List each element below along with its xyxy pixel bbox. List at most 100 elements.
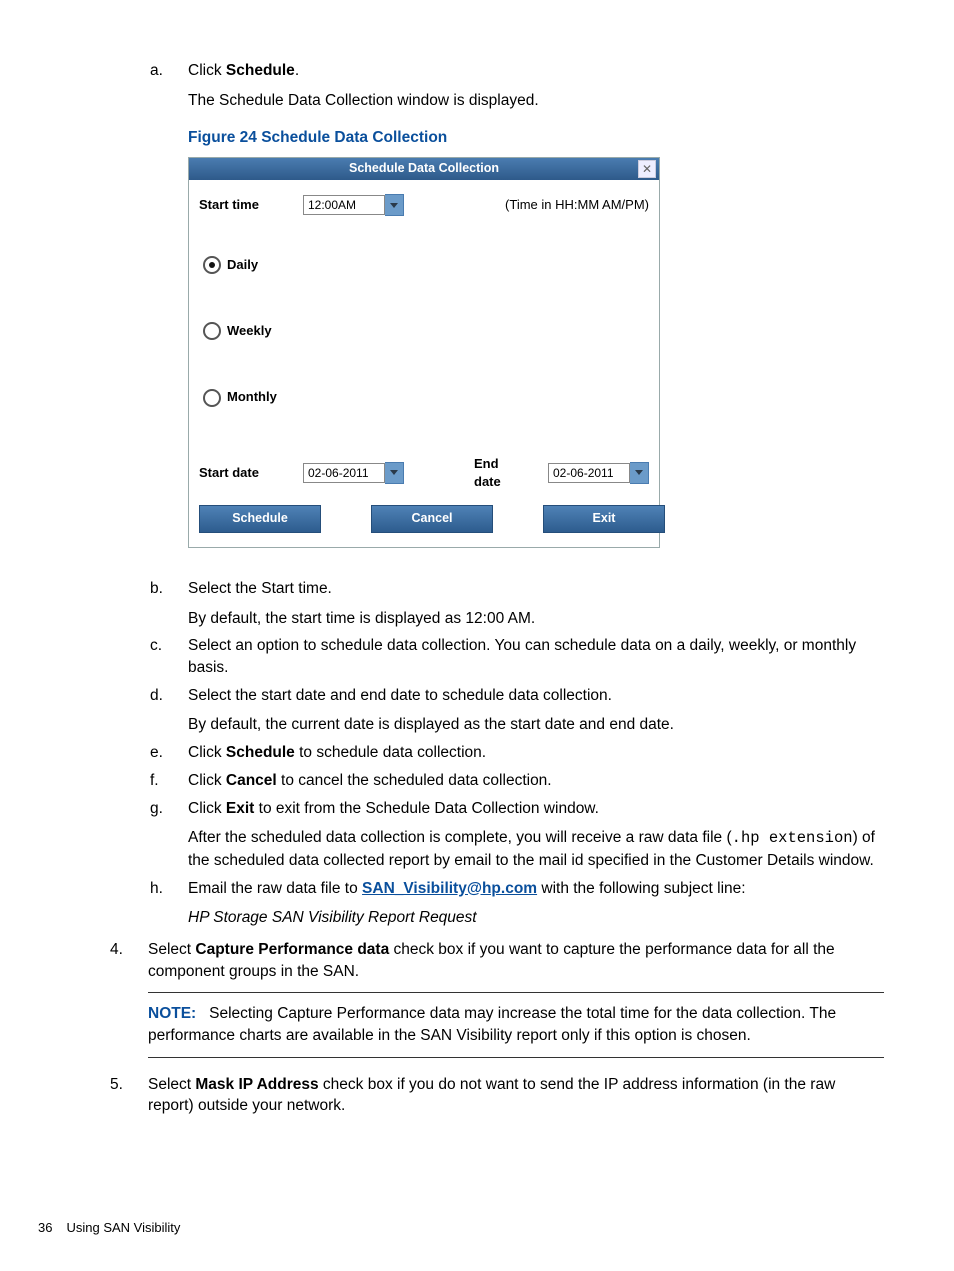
schedule-word: Schedule [226, 62, 295, 79]
rule [148, 1057, 884, 1058]
list-body: Select the start date and end date to sc… [188, 685, 884, 736]
page: { "steps": { "a": {"marker":"a.","lead":… [0, 0, 954, 1271]
time-hint: (Time in HH:MM AM/PM) [505, 196, 649, 214]
text: Click [188, 772, 226, 789]
text-bold: Schedule [226, 744, 295, 761]
end-date-input[interactable] [548, 463, 630, 483]
start-date-label: Start date [199, 464, 303, 482]
radio-icon [203, 256, 221, 274]
text: Select the Start time. [188, 578, 884, 600]
weekly-radio[interactable]: Weekly [203, 322, 649, 340]
chevron-down-icon[interactable] [385, 194, 404, 216]
text-bold: Mask IP Address [195, 1076, 318, 1093]
start-date-combo[interactable] [303, 462, 404, 484]
list-marker: 4. [110, 939, 148, 1068]
list-marker: h. [150, 878, 188, 929]
end-date-combo[interactable] [548, 462, 649, 484]
dates-row: Start date End date [199, 455, 649, 491]
chevron-down-icon[interactable] [630, 462, 649, 484]
list-body: Click Cancel to cancel the scheduled dat… [188, 770, 884, 792]
text: to exit from the Schedule Data Collectio… [254, 800, 599, 817]
titlebar: Schedule Data Collection ✕ [189, 158, 659, 180]
list-item: c. Select an option to schedule data col… [150, 635, 884, 678]
text: Select [148, 941, 195, 958]
radio-icon [203, 322, 221, 340]
radio-label: Monthly [227, 388, 277, 406]
list-marker: f. [150, 770, 188, 792]
monthly-radio[interactable]: Monthly [203, 388, 649, 406]
text: with the following subject line: [537, 880, 746, 897]
list-item: a. Click Schedule. The Schedule Data Col… [150, 60, 884, 572]
list-body: Select Mask IP Address check box if you … [148, 1074, 884, 1117]
list-marker: e. [150, 742, 188, 764]
text: Email the raw data file to [188, 880, 362, 897]
list-item: b. Select the Start time. By default, th… [150, 578, 884, 629]
list-marker: c. [150, 635, 188, 678]
text-bold: Capture Performance data [195, 941, 389, 958]
list-item: d. Select the start date and end date to… [150, 685, 884, 736]
radio-label: Weekly [227, 322, 272, 340]
text-bold: Exit [226, 800, 254, 817]
radio-icon [203, 389, 221, 407]
list-marker: b. [150, 578, 188, 629]
list-marker: d. [150, 685, 188, 736]
list-item: e. Click Schedule to schedule data colle… [150, 742, 884, 764]
text-bold: Cancel [226, 772, 277, 789]
start-time-combo[interactable] [303, 194, 404, 216]
text: After the scheduled data collection is c… [188, 827, 884, 871]
list-body: Click Schedule. The Schedule Data Collec… [188, 60, 884, 572]
code-text: .hp extension [732, 829, 853, 847]
start-time-label: Start time [199, 196, 303, 214]
list-item: g. Click Exit to exit from the Schedule … [150, 798, 884, 872]
list-marker: 5. [110, 1074, 148, 1117]
list-body: Email the raw data file to SAN_Visibilit… [188, 878, 884, 929]
subject-line: HP Storage SAN Visibility Report Request [188, 907, 884, 929]
list-marker: a. [150, 60, 188, 572]
list-body: Click Schedule to schedule data collecti… [188, 742, 884, 764]
close-icon[interactable]: ✕ [638, 160, 656, 178]
list-marker: g. [150, 798, 188, 872]
text: By default, the start time is displayed … [188, 608, 884, 630]
rule [148, 992, 884, 993]
text: to cancel the scheduled data collection. [277, 772, 552, 789]
note: NOTE: Selecting Capture Performance data… [148, 1003, 884, 1046]
dialog-title: Schedule Data Collection [349, 160, 499, 178]
radio-label: Daily [227, 256, 258, 274]
list-item: 4. Select Capture Performance data check… [110, 939, 884, 1068]
page-number: 36 [38, 1220, 52, 1235]
start-time-row: Start time (Time in HH:MM AM/PM) [199, 194, 649, 216]
list-body: Select an option to schedule data collec… [188, 635, 884, 678]
dialog-body: Start time (Time in HH:MM AM/PM) Daily W… [189, 180, 659, 547]
daily-radio[interactable]: Daily [203, 256, 649, 274]
cancel-button[interactable]: Cancel [371, 505, 493, 533]
button-row: Schedule Cancel Exit [199, 505, 649, 533]
schedule-button[interactable]: Schedule [199, 505, 321, 533]
text: Select an option to schedule data collec… [188, 635, 884, 678]
list-item: 5. Select Mask IP Address check box if y… [110, 1074, 884, 1117]
note-text: Selecting Capture Performance data may i… [148, 1005, 836, 1044]
text: The Schedule Data Collection window is d… [188, 90, 884, 112]
start-date-input[interactable] [303, 463, 385, 483]
list-body: Click Exit to exit from the Schedule Dat… [188, 798, 884, 872]
end-date-label: End date [474, 455, 524, 491]
start-time-input[interactable] [303, 195, 385, 215]
text: By default, the current date is displaye… [188, 714, 884, 736]
note-label: NOTE: [148, 1005, 196, 1022]
text: . [295, 62, 299, 79]
footer-title: Using SAN Visibility [66, 1220, 180, 1235]
chevron-down-icon[interactable] [385, 462, 404, 484]
text: Click [188, 62, 226, 79]
list-body: Select the Start time. By default, the s… [188, 578, 884, 629]
figure-caption: Figure 24 Schedule Data Collection [188, 127, 884, 149]
exit-button[interactable]: Exit [543, 505, 665, 533]
list-item: h. Email the raw data file to SAN_Visibi… [150, 878, 884, 929]
list-body: Select Capture Performance data check bo… [148, 939, 884, 1068]
text: Select the start date and end date to sc… [188, 685, 884, 707]
text: Click [188, 800, 226, 817]
text: Select [148, 1076, 195, 1093]
text: Click [188, 744, 226, 761]
email-link[interactable]: SAN_Visibility@hp.com [362, 880, 537, 897]
text: to schedule data collection. [295, 744, 486, 761]
schedule-dialog: Schedule Data Collection ✕ Start time (T… [188, 157, 660, 548]
list-item: f. Click Cancel to cancel the scheduled … [150, 770, 884, 792]
